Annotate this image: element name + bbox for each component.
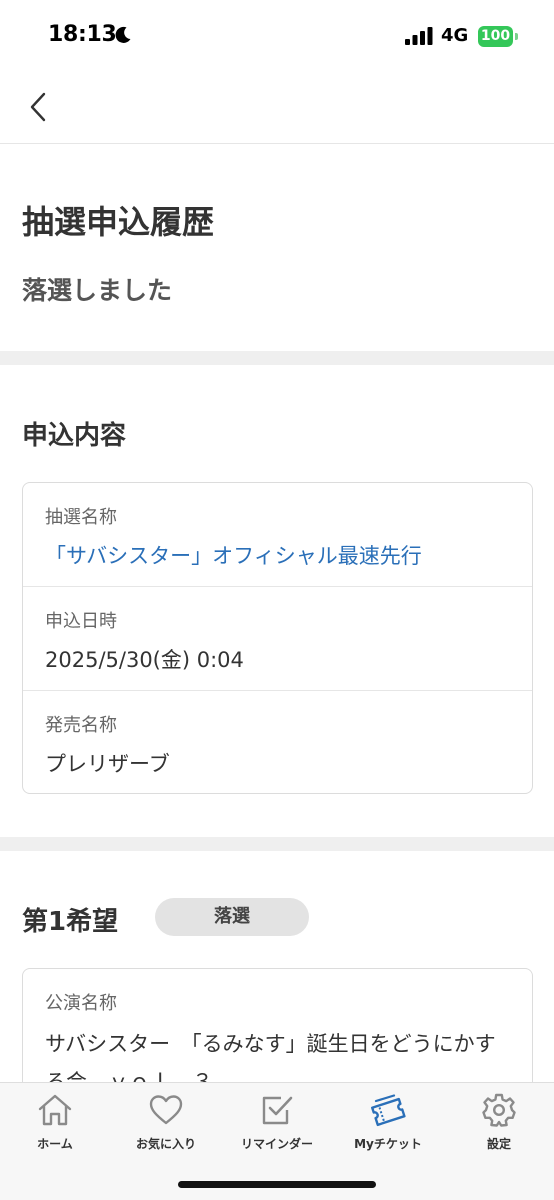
performance-name-label: 公演名称 xyxy=(45,993,117,1014)
application-section: 申込内容 抽選名称 「サバシスター」オフィシャル最速先行 申込日時 2025/5… xyxy=(0,365,554,837)
application-details-card: 抽選名称 「サバシスター」オフィシャル最速先行 申込日時 2025/5/30(金… xyxy=(22,482,533,794)
nav-header xyxy=(0,70,554,144)
application-date-value: 2025/5/30(金) 0:04 xyxy=(45,648,244,672)
moon-icon xyxy=(115,26,131,43)
tab-home[interactable]: ホーム xyxy=(0,1083,110,1163)
application-date-label: 申込日時 xyxy=(45,611,117,632)
lottery-name-link[interactable]: 「サバシスター」オフィシャル最速先行 xyxy=(45,540,422,570)
battery-icon: 100 xyxy=(478,26,518,47)
application-date-row: 申込日時 2025/5/30(金) 0:04 xyxy=(23,587,532,691)
tab-favorites-label: お気に入り xyxy=(135,1137,196,1151)
status-time: 18:13 xyxy=(48,22,117,47)
reminder-check-icon xyxy=(262,1096,293,1125)
battery-level: 100 xyxy=(478,26,513,47)
heart-icon xyxy=(149,1095,183,1125)
status-badge: 落選 xyxy=(155,898,309,936)
gear-icon xyxy=(482,1093,516,1127)
lottery-name-row: 抽選名称 「サバシスター」オフィシャル最速先行 xyxy=(23,483,532,587)
tab-my-ticket[interactable]: Myチケット xyxy=(333,1083,443,1163)
tab-reminder[interactable]: リマインダー xyxy=(222,1083,332,1163)
tab-settings-label: 設定 xyxy=(486,1137,511,1151)
tab-home-label: ホーム xyxy=(37,1137,73,1151)
sale-name-value: プレリザーブ xyxy=(45,752,170,776)
section-divider xyxy=(0,351,554,365)
application-heading: 申込内容 xyxy=(22,421,127,451)
title-section: 抽選申込履歴 落選しました xyxy=(0,145,554,351)
section-divider xyxy=(0,837,554,851)
ticket-icon xyxy=(371,1094,406,1127)
sale-name-row: 発売名称 プレリザーブ xyxy=(23,691,532,795)
home-icon xyxy=(38,1094,72,1126)
first-choice-heading: 第1希望 xyxy=(22,907,119,937)
lottery-result: 落選しました xyxy=(22,276,173,305)
tab-reminder-label: リマインダー xyxy=(240,1137,313,1151)
tab-my-ticket-label: Myチケット xyxy=(354,1137,422,1151)
bottom-tab-bar: ホーム お気に入り リマインダー Myチケット 設定 xyxy=(0,1082,554,1200)
sale-name-label: 発売名称 xyxy=(45,715,117,736)
signal-icon xyxy=(405,27,433,45)
tab-settings[interactable]: 設定 xyxy=(444,1083,554,1163)
home-indicator xyxy=(178,1181,376,1188)
status-bar: 18:13 4G 100 xyxy=(0,0,554,70)
network-type: 4G xyxy=(441,25,469,46)
back-chevron-icon[interactable] xyxy=(24,90,54,124)
page-title: 抽選申込履歴 xyxy=(22,203,215,241)
tab-favorites[interactable]: お気に入り xyxy=(111,1083,221,1163)
lottery-name-label: 抽選名称 xyxy=(45,507,117,528)
